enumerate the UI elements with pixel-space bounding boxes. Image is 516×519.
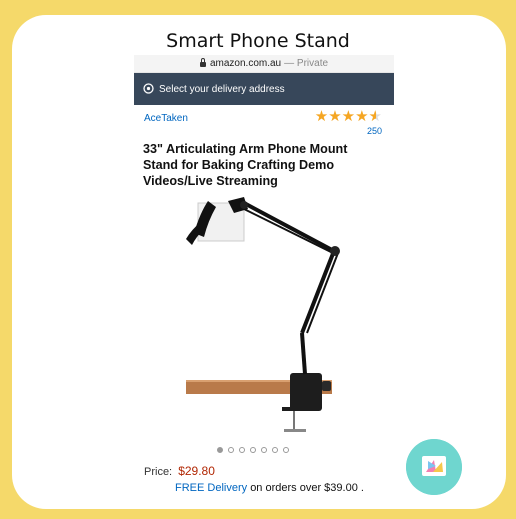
url-domain: amazon.com.au bbox=[209, 58, 282, 69]
location-pin-icon bbox=[143, 83, 154, 94]
product-image[interactable] bbox=[134, 193, 394, 443]
carousel-dot[interactable] bbox=[228, 447, 234, 453]
shipping-info: FREE Delivery on orders over $39.00 . bbox=[175, 482, 364, 494]
carousel-dot[interactable] bbox=[239, 447, 245, 453]
carousel-dot[interactable] bbox=[217, 447, 223, 453]
carousel-dot[interactable] bbox=[261, 447, 267, 453]
star-icon: ★ bbox=[341, 108, 356, 125]
free-delivery-link[interactable]: FREE Delivery bbox=[175, 482, 247, 494]
price-label: Price: bbox=[144, 466, 173, 478]
lock-icon bbox=[199, 58, 206, 67]
private-mode-label: — Private bbox=[284, 58, 329, 69]
carousel-dot[interactable] bbox=[272, 447, 278, 453]
delivery-terms: on orders over $39.00 . bbox=[250, 482, 364, 494]
delivery-address-label: Select your delivery address bbox=[159, 83, 285, 95]
brand-logo bbox=[406, 439, 462, 495]
star-icon: ★ bbox=[314, 108, 329, 125]
page-heading: Smart Phone Stand bbox=[166, 30, 350, 52]
brand-link[interactable]: AceTaken bbox=[144, 113, 188, 124]
star-icon: ★ bbox=[328, 108, 342, 125]
carousel-dot[interactable] bbox=[283, 447, 289, 453]
price-value: $29.80 bbox=[178, 464, 215, 478]
browser-url-bar[interactable]: amazon.com.au — Private bbox=[134, 55, 394, 73]
phone-screenshot: amazon.com.au — Private Select your deli… bbox=[134, 55, 394, 495]
half-star-icon: ★ bbox=[368, 108, 382, 125]
rating-stars[interactable]: ★ ★ ★ ★ ★ bbox=[315, 109, 382, 124]
price-row: Price: $29.80 bbox=[144, 464, 215, 478]
carousel-dot[interactable] bbox=[250, 447, 256, 453]
delivery-address-bar[interactable]: Select your delivery address bbox=[134, 73, 394, 105]
product-title: 33" Articulating Arm Phone Mount Stand f… bbox=[143, 142, 348, 188]
star-icon: ★ bbox=[355, 108, 369, 125]
image-carousel-dots[interactable] bbox=[217, 447, 294, 453]
brand-rating-row: AceTaken ★ ★ ★ ★ ★ 250 bbox=[134, 105, 394, 137]
rating-count-link[interactable]: 250 bbox=[367, 126, 382, 136]
